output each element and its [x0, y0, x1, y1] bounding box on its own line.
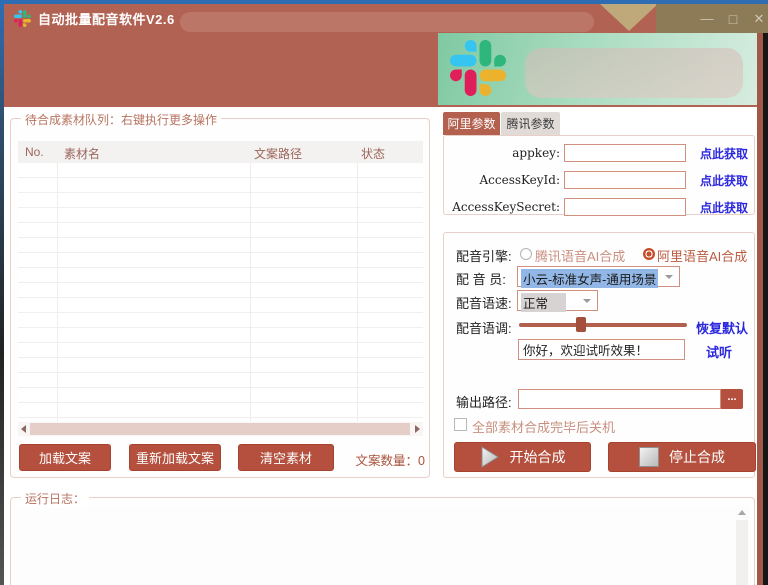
app-window: 自动批量配音软件V2.6 — □ ✕ 待合成素材队列：右键执行更多操作 No.	[0, 0, 768, 585]
queue-buttons: 加载文案 重新加载文案 清空素材 文案数量：0	[11, 444, 431, 471]
reload-script-button[interactable]: 重新加载文案	[129, 444, 221, 471]
load-script-button[interactable]: 加载文案	[19, 444, 111, 471]
shutdown-checkbox-label[interactable]: 全部素材合成完毕后关机	[472, 417, 615, 436]
close-button[interactable]: ✕	[746, 11, 768, 27]
window-border-left	[0, 4, 4, 585]
scroll-left-icon[interactable]	[21, 425, 26, 433]
horizontal-scrollbar[interactable]	[18, 422, 423, 436]
chevron-down-icon[interactable]	[665, 275, 673, 279]
pitch-label: 配音语调:	[456, 318, 512, 337]
accesskeysecret-get-link[interactable]: 点此获取	[700, 199, 748, 216]
appkey-label: appkey:	[444, 146, 560, 160]
accesskeyid-get-link[interactable]: 点此获取	[700, 172, 748, 189]
minimize-button[interactable]: —	[694, 11, 720, 26]
stop-synthesis-button[interactable]: 停止合成	[608, 442, 756, 472]
triangle-decoration	[600, 4, 658, 31]
script-count-label: 文案数量：	[356, 454, 419, 468]
browse-button[interactable]: ...	[721, 389, 743, 409]
tab-tencent-params[interactable]: 腾讯参数	[501, 112, 560, 135]
script-count: 文案数量：0	[356, 450, 425, 469]
accesskeyid-input[interactable]	[564, 171, 686, 189]
col-no: No.	[25, 145, 44, 159]
scroll-up-icon[interactable]	[738, 510, 746, 515]
header-area: 自动批量配音软件V2.6 — □ ✕	[4, 4, 757, 107]
screen-edge	[763, 33, 768, 585]
chevron-down-icon[interactable]	[583, 299, 591, 303]
maximize-button[interactable]: □	[720, 11, 746, 27]
clear-material-button[interactable]: 清空素材	[238, 444, 334, 471]
col-status: 状态	[361, 145, 385, 162]
radio-ali-engine[interactable]	[643, 248, 655, 260]
window-controls: — □ ✕	[656, 4, 768, 33]
stop-button-label: 停止合成	[669, 447, 725, 467]
table-body[interactable]	[18, 163, 423, 421]
pitch-slider-handle[interactable]	[576, 317, 586, 332]
appkey-input[interactable]	[564, 144, 686, 162]
appkey-get-link[interactable]: 点此获取	[700, 145, 748, 162]
start-synthesis-button[interactable]: 开始合成	[454, 442, 591, 472]
window-title: 自动批量配音软件V2.6	[38, 9, 175, 28]
table-header: No. 素材名 文案路径 状态	[18, 141, 423, 163]
redaction-blur	[525, 48, 743, 98]
accesskeysecret-input[interactable]	[564, 198, 686, 216]
speed-selected-value: 正常	[521, 293, 566, 312]
play-icon	[480, 446, 500, 468]
col-material: 素材名	[64, 145, 100, 162]
tab-ali-params[interactable]: 阿里参数	[443, 112, 500, 135]
slack-logo-icon	[450, 40, 506, 96]
material-table[interactable]: No. 素材名 文案路径 状态	[18, 141, 423, 421]
start-button-label: 开始合成	[510, 447, 566, 467]
radio-tencent-label[interactable]: 腾讯语音AI合成	[535, 246, 625, 265]
engine-label: 配音引擎:	[456, 246, 512, 265]
radio-tencent-engine[interactable]	[520, 248, 532, 260]
log-groupbox: 运行日志：	[10, 497, 755, 585]
logo-banner	[438, 33, 757, 105]
scroll-right-icon[interactable]	[415, 425, 420, 433]
preview-text-input[interactable]	[518, 339, 685, 360]
column-divider	[250, 163, 251, 421]
reset-default-link[interactable]: 恢复默认	[696, 318, 748, 337]
accesskeyid-label: AccessKeyId:	[444, 173, 560, 187]
voice-selected-value: 小云-标准女声-通用场景	[521, 269, 658, 288]
settings-groupbox: 配音引擎: 腾讯语音AI合成 阿里语音AI合成 配 音 员: 小云-标准女声-通…	[443, 232, 755, 478]
queue-groupbox: 待合成素材队列：右键执行更多操作 No. 素材名 文案路径 状态 加载文案 重新…	[10, 118, 430, 478]
script-count-value: 0	[418, 454, 425, 468]
queue-legend: 待合成素材队列：右键执行更多操作	[21, 111, 221, 128]
scrollbar-thumb[interactable]	[30, 423, 410, 435]
listen-link[interactable]: 试听	[706, 342, 732, 361]
speed-select[interactable]: 正常	[517, 290, 598, 311]
voice-label: 配 音 员:	[456, 269, 506, 288]
column-divider	[357, 163, 358, 421]
app-logo-icon	[14, 10, 31, 27]
column-divider	[57, 163, 58, 421]
scrollbar-thumb[interactable]	[736, 520, 748, 585]
voice-select[interactable]: 小云-标准女声-通用场景	[517, 266, 680, 287]
pitch-slider-track[interactable]	[519, 323, 687, 327]
col-path: 文案路径	[254, 145, 302, 162]
speed-label: 配音语速:	[456, 293, 512, 312]
log-legend: 运行日志：	[21, 490, 89, 507]
output-path-input[interactable]	[518, 389, 721, 409]
stop-icon	[639, 447, 659, 467]
accesskeysecret-label: AccessKeySecret:	[444, 200, 560, 214]
output-path-label: 输出路径:	[456, 392, 512, 411]
shutdown-checkbox[interactable]	[454, 418, 467, 431]
vertical-scrollbar[interactable]	[735, 506, 750, 585]
radio-ali-label[interactable]: 阿里语音AI合成	[657, 246, 747, 265]
params-groupbox: appkey: 点此获取 AccessKeyId: 点此获取 AccessKey…	[443, 135, 755, 215]
log-textarea[interactable]	[15, 508, 737, 585]
